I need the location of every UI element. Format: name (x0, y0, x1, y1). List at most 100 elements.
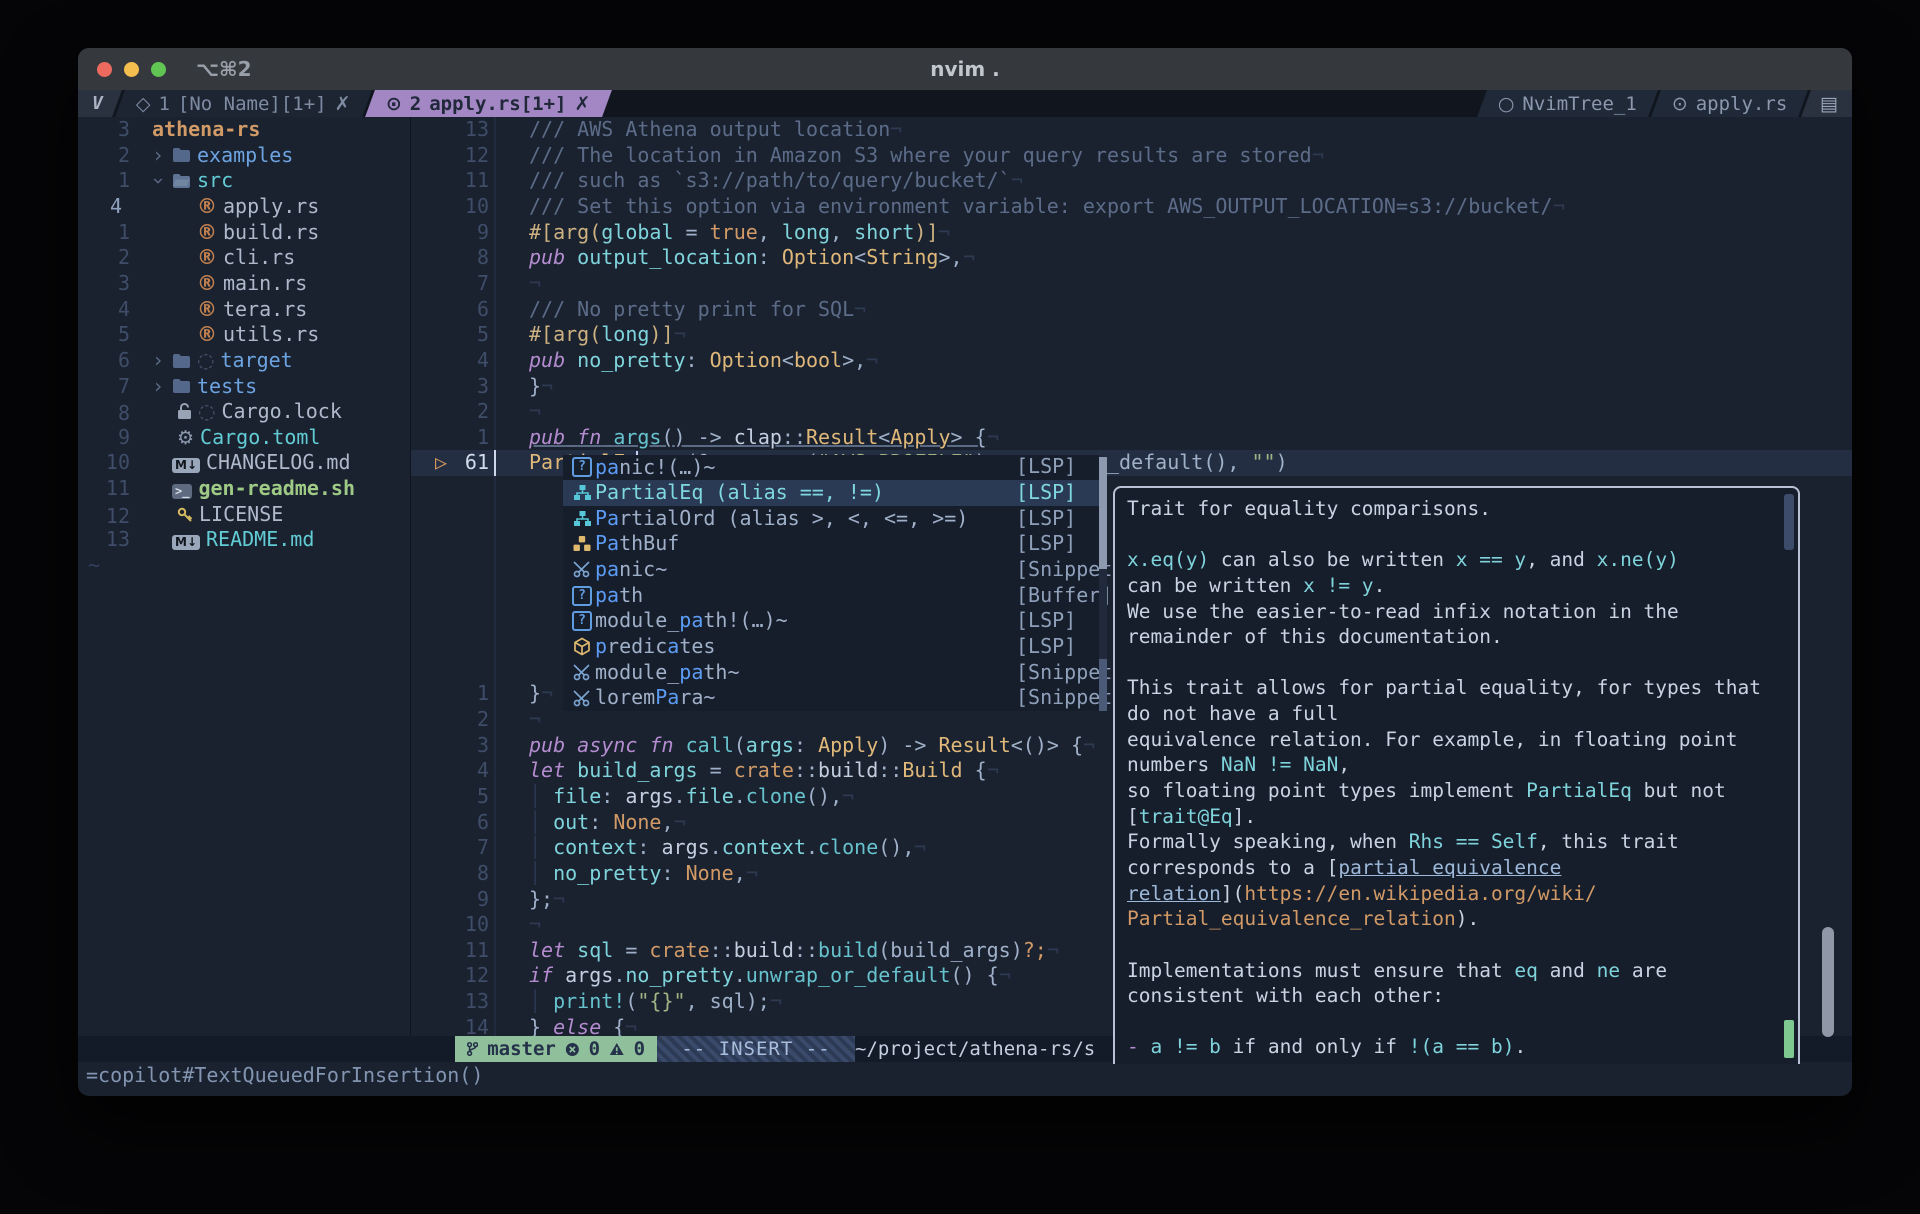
doc-scrollbar-thumb[interactable] (1784, 494, 1794, 550)
tab-2-apply-rs[interactable]: ⊙ 2 apply.rs[1+] ✗ (365, 90, 611, 117)
code-line[interactable]: 2 ⌐ (411, 399, 1852, 425)
code-line[interactable]: 8 pub output_location: Option<String>,⌐ (411, 245, 1852, 271)
popup-scrollbar-thumb-lower[interactable] (1099, 659, 1107, 711)
code-line[interactable]: 7 ⌐ (411, 271, 1852, 297)
tree-line-number: 2 (78, 143, 144, 169)
folder-open-icon (172, 173, 191, 189)
doc-line: This trait allows for partial equality, … (1127, 675, 1780, 701)
chevron-right-icon[interactable]: › (152, 348, 166, 374)
completion-item[interactable]: module_path~[Snippet] (563, 660, 1107, 686)
tree-item[interactable]: 2®cli.rs (78, 245, 410, 271)
rust-file-icon: ® (197, 297, 217, 323)
snippet-scissors-icon (569, 664, 595, 681)
code-line[interactable]: 12 /// The location in Amazon S3 where y… (411, 143, 1852, 169)
doc-link[interactable]: relation (1127, 882, 1221, 905)
tree-item[interactable]: 12LICENSE (78, 502, 410, 528)
error-count: 0 (589, 1038, 600, 1060)
buffer-nvimtree[interactable]: ○ NvimTree_1 (1477, 90, 1658, 117)
tree-item[interactable]: 6›◌target (78, 348, 410, 374)
markdown-icon: M↓ (172, 450, 200, 476)
doc-link[interactable]: partial equivalence (1338, 856, 1561, 879)
code-text: pub no_pretty: Option<bool>,⌐ (529, 348, 878, 374)
completion-item[interactable]: ?path[Buffer] (563, 583, 1107, 609)
file-list-icon[interactable]: ▤ (1801, 90, 1852, 117)
tree-item-label: examples (197, 143, 293, 169)
terminal-scrollbar[interactable] (1822, 927, 1834, 1037)
tree-item[interactable]: 2 › examples (78, 143, 410, 169)
tree-line-number: 9 (78, 425, 144, 451)
code-line[interactable]: 9 #[arg(global = true, long, short)]⌐ (411, 220, 1852, 246)
window-titlebar[interactable]: ⌥⌘2 nvim . (78, 48, 1852, 91)
completion-label: panic!(…)~ (595, 455, 715, 481)
desktop: ⌥⌘2 nvim . V ◇ 1 [No Name][1+] ✗ (0, 0, 1920, 1214)
file-path: ~/project/athena-rs/s (855, 1036, 1095, 1062)
tree-item-label: tests (197, 374, 257, 400)
code-line[interactable]: 4 pub no_pretty: Option<bool>,⌐ (411, 348, 1852, 374)
tree-item[interactable]: 9⚙Cargo.toml (78, 425, 410, 451)
line-number: 2 (411, 399, 489, 425)
code-line[interactable]: 6 /// No pretty print for SQL⌐ (411, 297, 1852, 323)
code-line[interactable]: 5 #[arg(long)]⌐ (411, 322, 1852, 348)
tab-1-no-name[interactable]: ◇ 1 [No Name][1+] ✗ (115, 90, 372, 117)
tree-item[interactable]: 1®build.rs (78, 220, 410, 246)
chevron-down-icon[interactable]: › (152, 168, 166, 194)
code-line[interactable]: 11 /// such as `s3://path/to/query/bucke… (411, 168, 1852, 194)
doc-scroll-indicator[interactable] (1784, 1020, 1794, 1058)
code-line[interactable]: 13 /// AWS Athena output location⌐ (411, 117, 1852, 143)
line-number: 4 (411, 348, 489, 374)
error-icon (565, 1041, 580, 1058)
completion-source: [Snippet] (1016, 557, 1124, 583)
tree-item[interactable]: 10M↓CHANGELOG.md (78, 450, 410, 476)
tree-item[interactable]: 3athena-rs (78, 117, 410, 143)
code-line[interactable]: 10 /// Set this option via environment v… (411, 194, 1852, 220)
tree-item[interactable]: 4®apply.rs (78, 194, 410, 220)
code-line[interactable]: 3}⌐ (411, 374, 1852, 400)
code-text: ⌐ (529, 707, 541, 733)
popup-scrollbar-thumb[interactable] (1099, 457, 1107, 569)
tree-item[interactable]: 11>_gen-readme.sh (78, 476, 410, 502)
tab-close-icon[interactable]: ✗ (335, 93, 351, 115)
tree-item[interactable]: 3®main.rs (78, 271, 410, 297)
eol-marker-icon: ⌐ (553, 887, 565, 913)
completion-item[interactable]: PartialEq (alias ==, !=)[LSP] (563, 480, 1107, 506)
completion-item[interactable]: PartialOrd (alias >, <, <=, >=)[LSP] (563, 506, 1107, 532)
tree-item-label: utils.rs (223, 322, 319, 348)
folder-icon (172, 353, 191, 369)
snippet-scissors-icon (569, 690, 595, 707)
tree-item[interactable]: 4®tera.rs (78, 297, 410, 323)
line-number: 7 (411, 271, 489, 297)
completion-item[interactable]: predicates[LSP] (563, 634, 1107, 660)
completion-label: module_path!(…)~ (595, 608, 788, 634)
completion-source: [LSP] (1016, 454, 1076, 480)
buffer-apply-rs[interactable]: ⊙ apply.rs (1651, 90, 1808, 117)
line-number: 1 (411, 681, 489, 707)
completion-item[interactable]: PathBuf[LSP] (563, 531, 1107, 557)
doc-line (1127, 522, 1780, 548)
completion-item[interactable]: panic~[Snippet] (563, 557, 1107, 583)
doc-line: remainder of this documentation. (1127, 624, 1780, 650)
code-text: if args.no_pretty.unwrap_or_default() {⌐ (529, 963, 1011, 989)
tree-item[interactable]: 8◌Cargo.lock (78, 399, 410, 425)
completion-item[interactable]: loremPara~[Snippet] (563, 685, 1107, 711)
tree-item[interactable]: 1›src (78, 168, 410, 194)
tree-item[interactable]: 13M↓README.md (78, 527, 410, 553)
doc-line: corresponds to a [partial equivalence (1127, 855, 1780, 881)
line-number: 13 (411, 989, 489, 1015)
doc-line: [trait@Eq]. (1127, 804, 1780, 830)
code-line[interactable]: 1pub fn args() -> clap::Result<Apply> {⌐ (411, 425, 1852, 451)
completion-item[interactable]: ?module_path!(…)~[LSP] (563, 608, 1107, 634)
tree-item[interactable]: 5®utils.rs (78, 322, 410, 348)
chevron-right-icon[interactable]: › (152, 143, 166, 169)
buffer-label: apply.rs (1696, 93, 1788, 115)
chevron-right-icon[interactable]: › (152, 374, 166, 400)
line-number: 6 (411, 810, 489, 836)
tree-item[interactable]: 7›tests (78, 374, 410, 400)
line-number: 1 (411, 425, 489, 451)
tree-item-label: tera.rs (223, 297, 307, 323)
tab-close-icon[interactable]: ✗ (574, 93, 590, 115)
line-number: 13 (411, 117, 489, 143)
code-text: pub output_location: Option<String>,⌐ (529, 245, 975, 271)
folder-icon (172, 378, 191, 394)
eol-marker-icon: ⌐ (674, 810, 686, 836)
completion-item[interactable]: ?panic!(…)~[LSP] (563, 455, 1107, 481)
